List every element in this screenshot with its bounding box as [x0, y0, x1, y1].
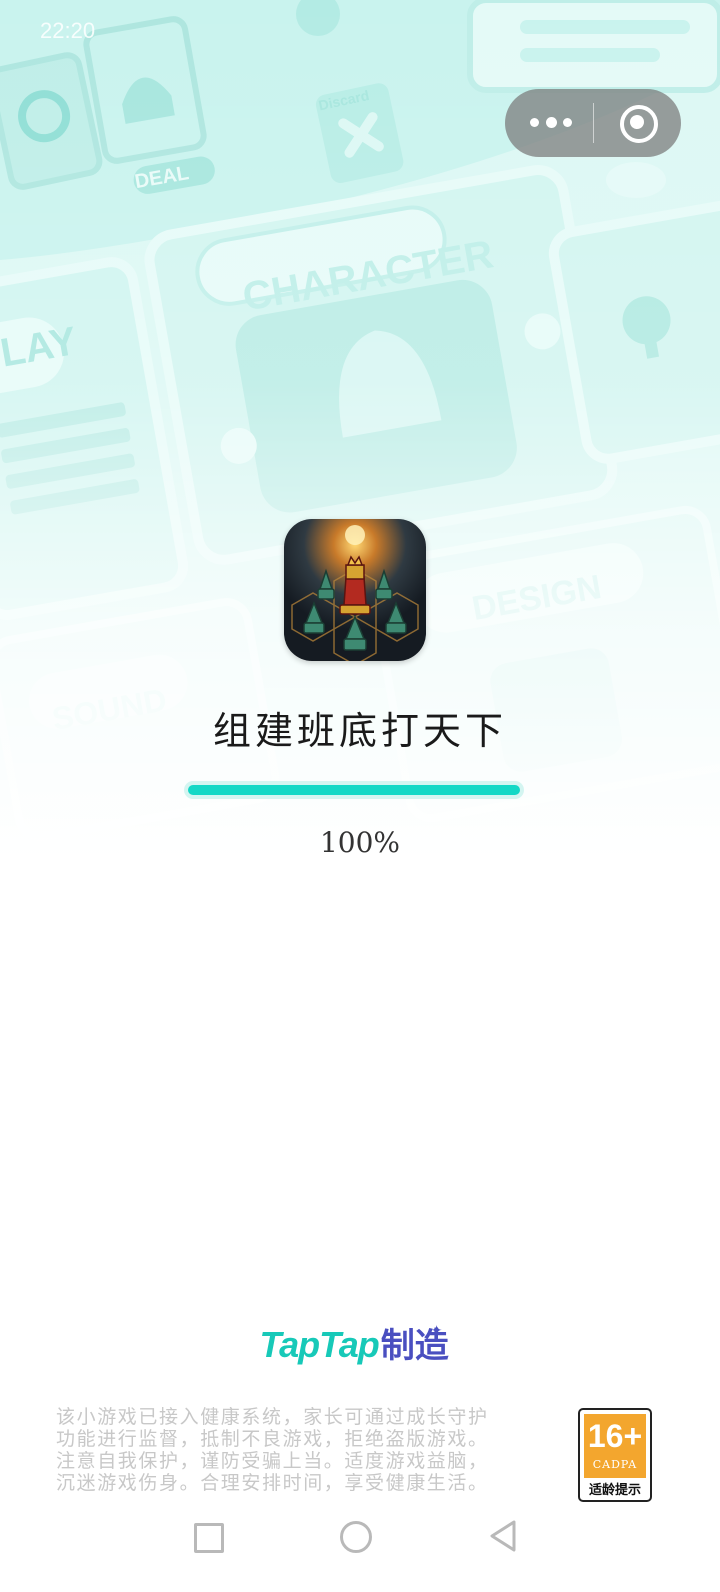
- status-time: 22:20: [40, 18, 96, 43]
- age-rating-badge: 16+ CADPA 适龄提示: [578, 1408, 652, 1502]
- circle-home-icon[interactable]: [340, 1521, 372, 1553]
- loading-progress-text: 100%: [319, 826, 401, 859]
- more-dots-icon[interactable]: [505, 89, 593, 157]
- health-notice: 该小游戏已接入健康系统，家长可通过成长守护 功能进行监督，抵制不良游戏，拒绝盗版…: [56, 1406, 556, 1494]
- notice-line: 注意自我保护，谨防受骗上当。适度游戏益脑，: [56, 1450, 489, 1472]
- status-bar: 22:20: [0, 0, 720, 60]
- loading-progress-fill: [188, 785, 520, 795]
- target-close-icon[interactable]: [594, 89, 681, 157]
- taptap-brand-logo: TapTap制造✦: [0, 1318, 720, 1367]
- chess-game-icon: [284, 519, 426, 661]
- age-rating-number: 16+: [587, 1418, 643, 1454]
- loading-screen: DEAL Discard CHARACTER: [0, 0, 720, 1592]
- age-rating-box: 16+ CADPA: [584, 1414, 646, 1478]
- game-title: 组建班底打天下: [212, 709, 507, 753]
- square-recents-icon[interactable]: [194, 1523, 224, 1553]
- notice-line: 该小游戏已接入健康系统，家长可通过成长守护: [56, 1406, 489, 1428]
- loading-progress-bar: [184, 781, 524, 799]
- system-nav-bar: [0, 1500, 720, 1592]
- notice-line: 功能进行监督，抵制不良游戏，拒绝盗版游戏。: [56, 1428, 489, 1450]
- sparkle-icon: ✦: [430, 1323, 443, 1339]
- age-rating-org: CADPA: [592, 1458, 638, 1471]
- age-rating-label: 适龄提示: [588, 1483, 641, 1498]
- notice-line: 沉迷游戏伤身。合理安排时间，享受健康生活。: [56, 1472, 489, 1494]
- brand-name: TapTap: [259, 1324, 379, 1365]
- triangle-back-icon[interactable]: [486, 1518, 520, 1554]
- capsule-menu: [505, 89, 681, 157]
